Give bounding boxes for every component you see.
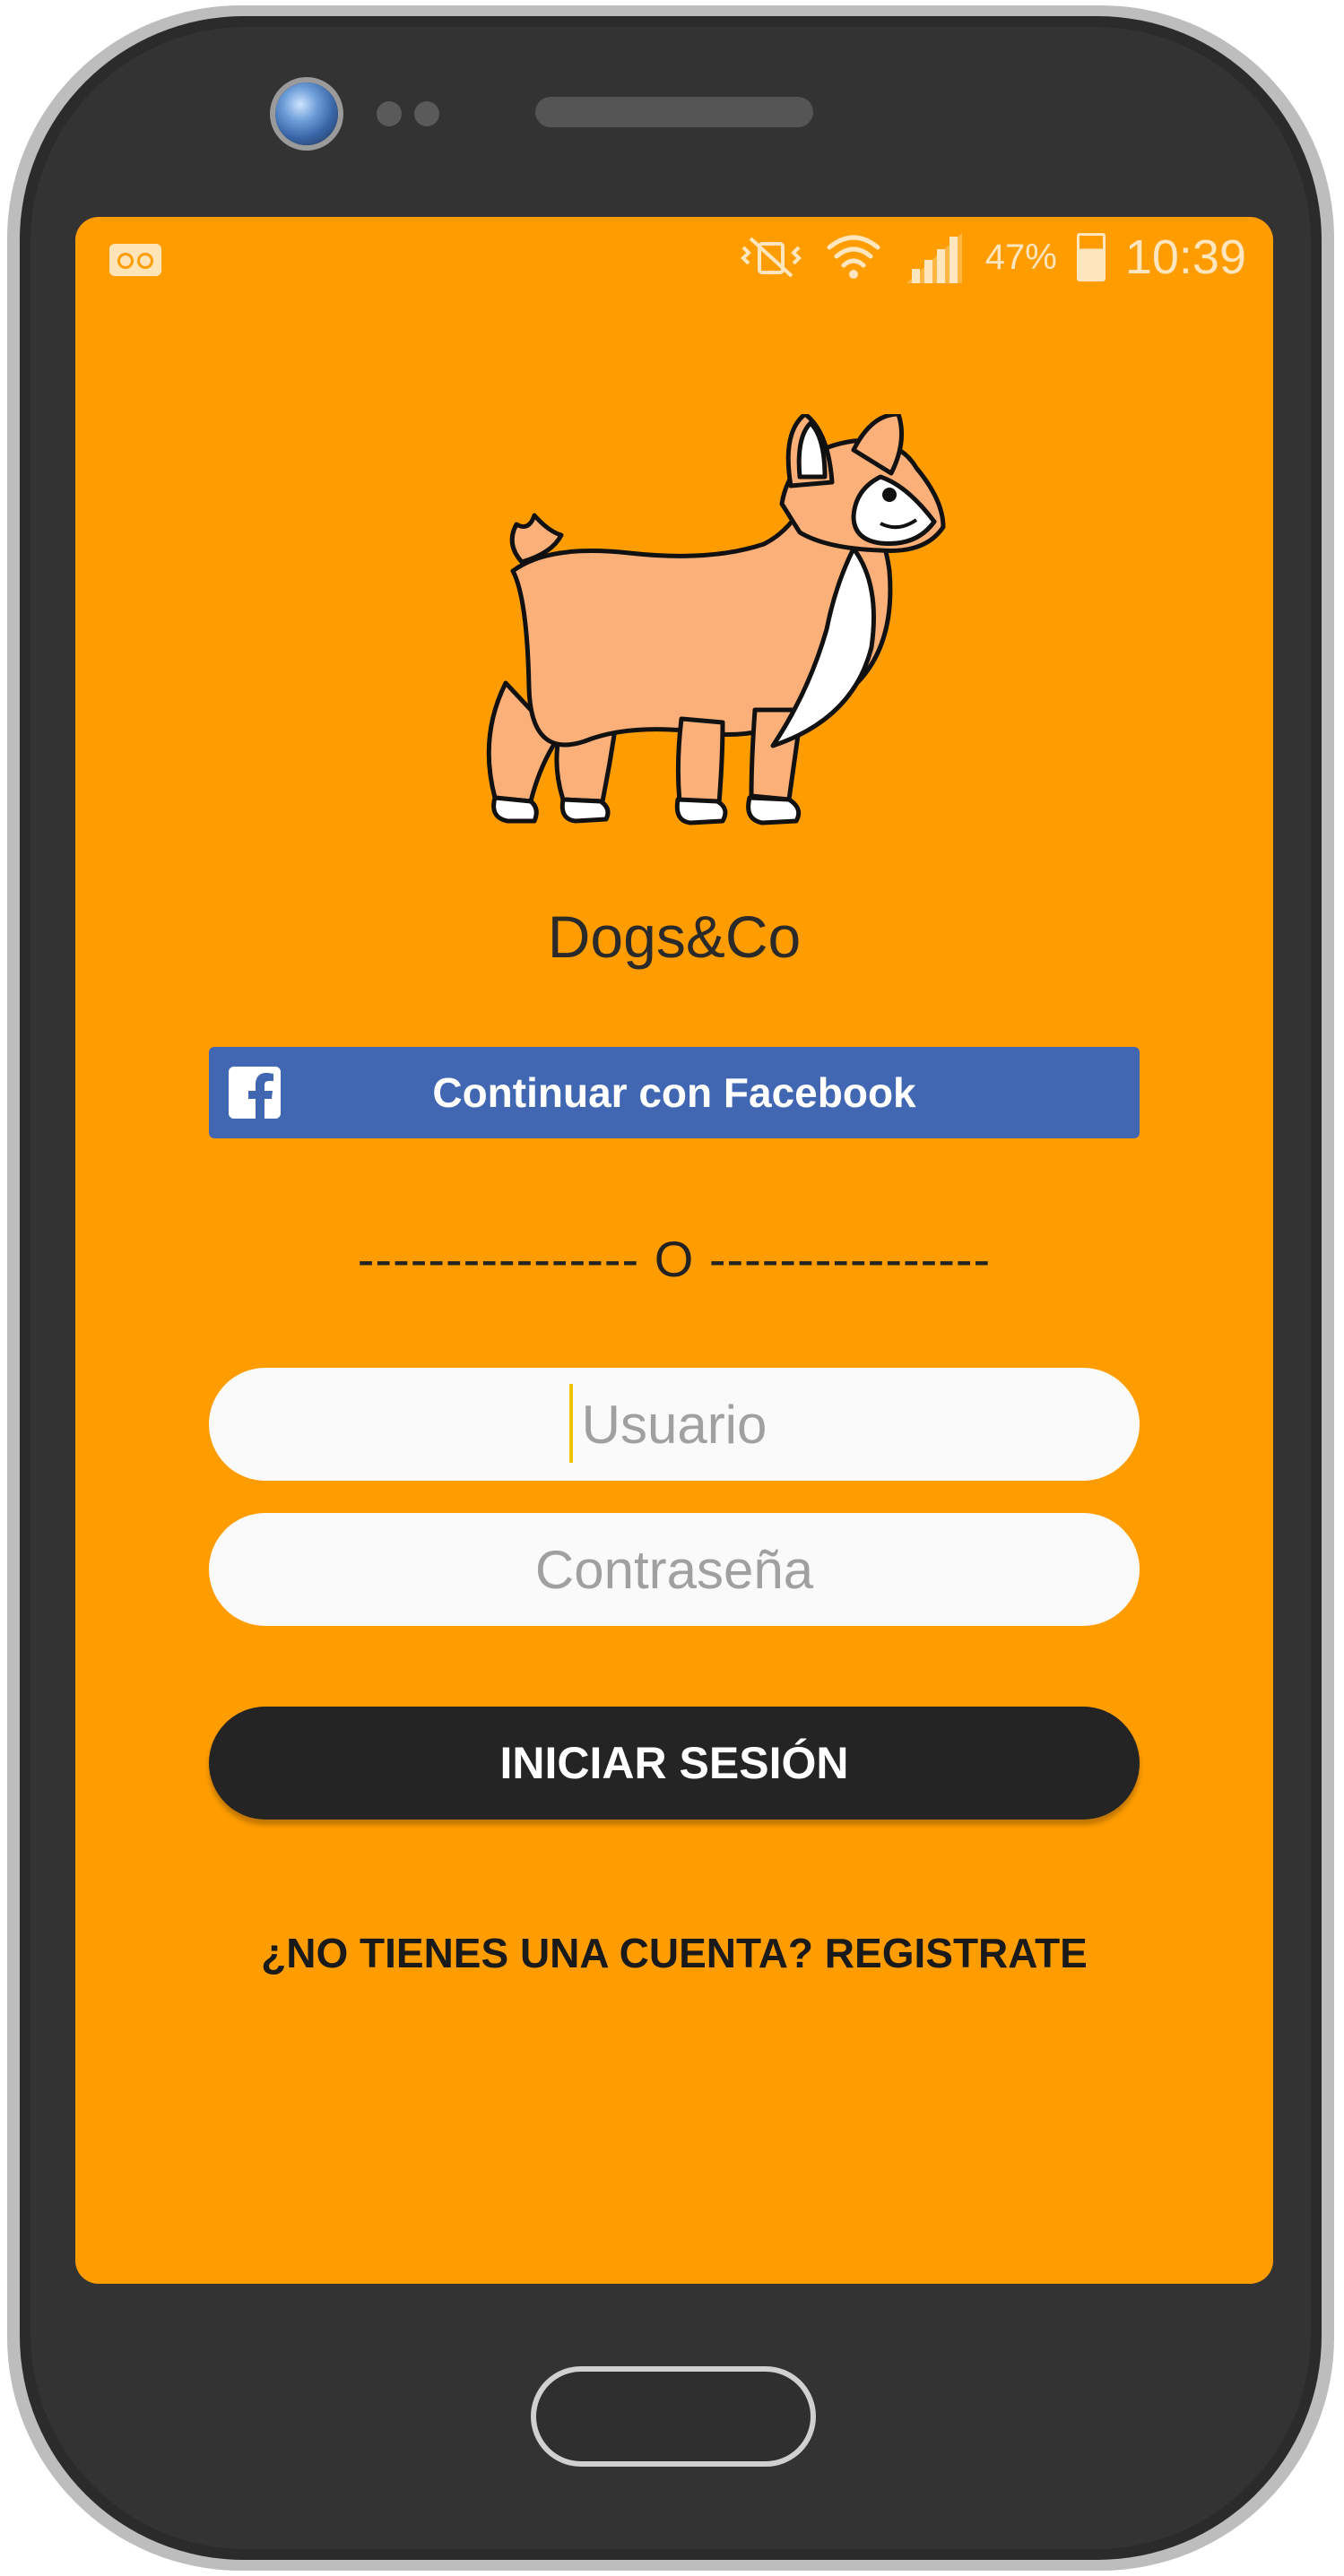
login-button[interactable]: INICIAR SESIÓN — [209, 1707, 1140, 1820]
password-input[interactable] — [209, 1513, 1140, 1626]
app-title: Dogs&Co — [547, 903, 802, 970]
text-cursor — [569, 1384, 573, 1463]
facebook-icon — [229, 1067, 281, 1119]
vibrate-mute-icon — [740, 237, 802, 278]
username-input[interactable] — [209, 1368, 1140, 1481]
login-button-label: INICIAR SESIÓN — [499, 1738, 849, 1788]
status-bar: 47% 10:39 — [75, 217, 1273, 298]
sensor-dot — [414, 101, 439, 126]
battery-icon — [1076, 233, 1106, 281]
or-divider: ---------------- O ---------------- — [357, 1231, 992, 1287]
facebook-login-button[interactable]: Continuar con Facebook — [209, 1047, 1140, 1138]
corgi-logo — [486, 414, 946, 826]
app-screen: 47% 10:39 Dogs&Co Continuar con Facebook… — [75, 217, 1273, 2284]
status-icons: 47% 10:39 — [738, 229, 1246, 285]
register-link[interactable]: ¿NO TIENES UNA CUENTA? REGISTRATE — [75, 1929, 1273, 1977]
wifi-icon — [827, 235, 880, 279]
clock: 10:39 — [1124, 230, 1246, 284]
home-button[interactable] — [531, 2366, 816, 2467]
battery-percent: 47% — [984, 237, 1057, 277]
facebook-login-label: Continuar con Facebook — [432, 1069, 916, 1116]
front-camera — [275, 82, 338, 145]
earpiece-speaker — [535, 97, 813, 127]
sensor-dot — [377, 101, 402, 126]
voicemail-icon — [109, 244, 161, 276]
signal-icon — [906, 233, 962, 283]
